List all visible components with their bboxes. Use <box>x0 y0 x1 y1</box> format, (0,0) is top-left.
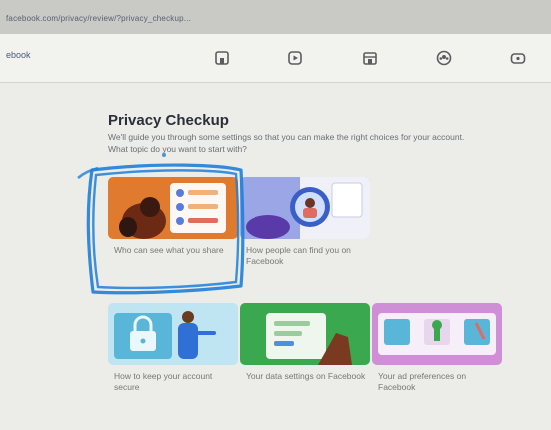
topic-illustration <box>108 303 238 365</box>
search-bar-text[interactable]: ebook <box>6 50 31 60</box>
gaming-icon[interactable] <box>508 48 528 68</box>
topic-label: How to keep your account secure <box>114 371 213 392</box>
topic-label: How people can find you on Facebook <box>246 245 351 266</box>
groups-icon[interactable] <box>434 48 454 68</box>
home-icon[interactable] <box>212 48 232 68</box>
magnifier-illustration <box>240 177 370 239</box>
lock-illustration <box>114 311 216 359</box>
ad-preferences-illustration <box>378 313 496 355</box>
browser-address-bar: facebook.com/privacy/review/?privacy_che… <box>0 0 551 35</box>
topic-label: Your data settings on Facebook <box>246 371 366 381</box>
description-line-2: What topic do you want to start with? <box>108 144 247 154</box>
topic-illustration <box>108 177 238 239</box>
topic-card-data-settings[interactable]: Your data settings on Facebook <box>240 303 370 401</box>
person-sharing-illustration <box>119 183 226 239</box>
topic-card-ad-preferences[interactable]: Your ad preferences on Facebook <box>372 303 502 401</box>
topic-card-who-can-see[interactable]: Who can see what you share <box>108 177 238 275</box>
topic-card-how-people-find-you[interactable]: How people can find you on Facebook <box>240 177 370 275</box>
topic-illustration <box>240 177 370 239</box>
marketplace-icon[interactable] <box>360 48 380 68</box>
topic-card-account-secure[interactable]: How to keep your account secure <box>108 303 238 401</box>
page-description: We'll guide you through some settings so… <box>108 131 548 155</box>
topic-illustration <box>372 303 502 365</box>
page-title: Privacy Checkup <box>108 112 229 129</box>
topic-illustration <box>240 303 370 365</box>
topic-label: Who can see what you share <box>114 245 224 255</box>
facebook-navbar: ebook <box>0 34 551 83</box>
watch-icon[interactable] <box>285 48 305 68</box>
topic-label: Your ad preferences on Facebook <box>378 371 467 392</box>
url-text[interactable]: facebook.com/privacy/review/?privacy_che… <box>6 14 191 23</box>
description-line-1: We'll guide you through some settings so… <box>108 132 465 142</box>
data-settings-illustration <box>266 313 352 365</box>
